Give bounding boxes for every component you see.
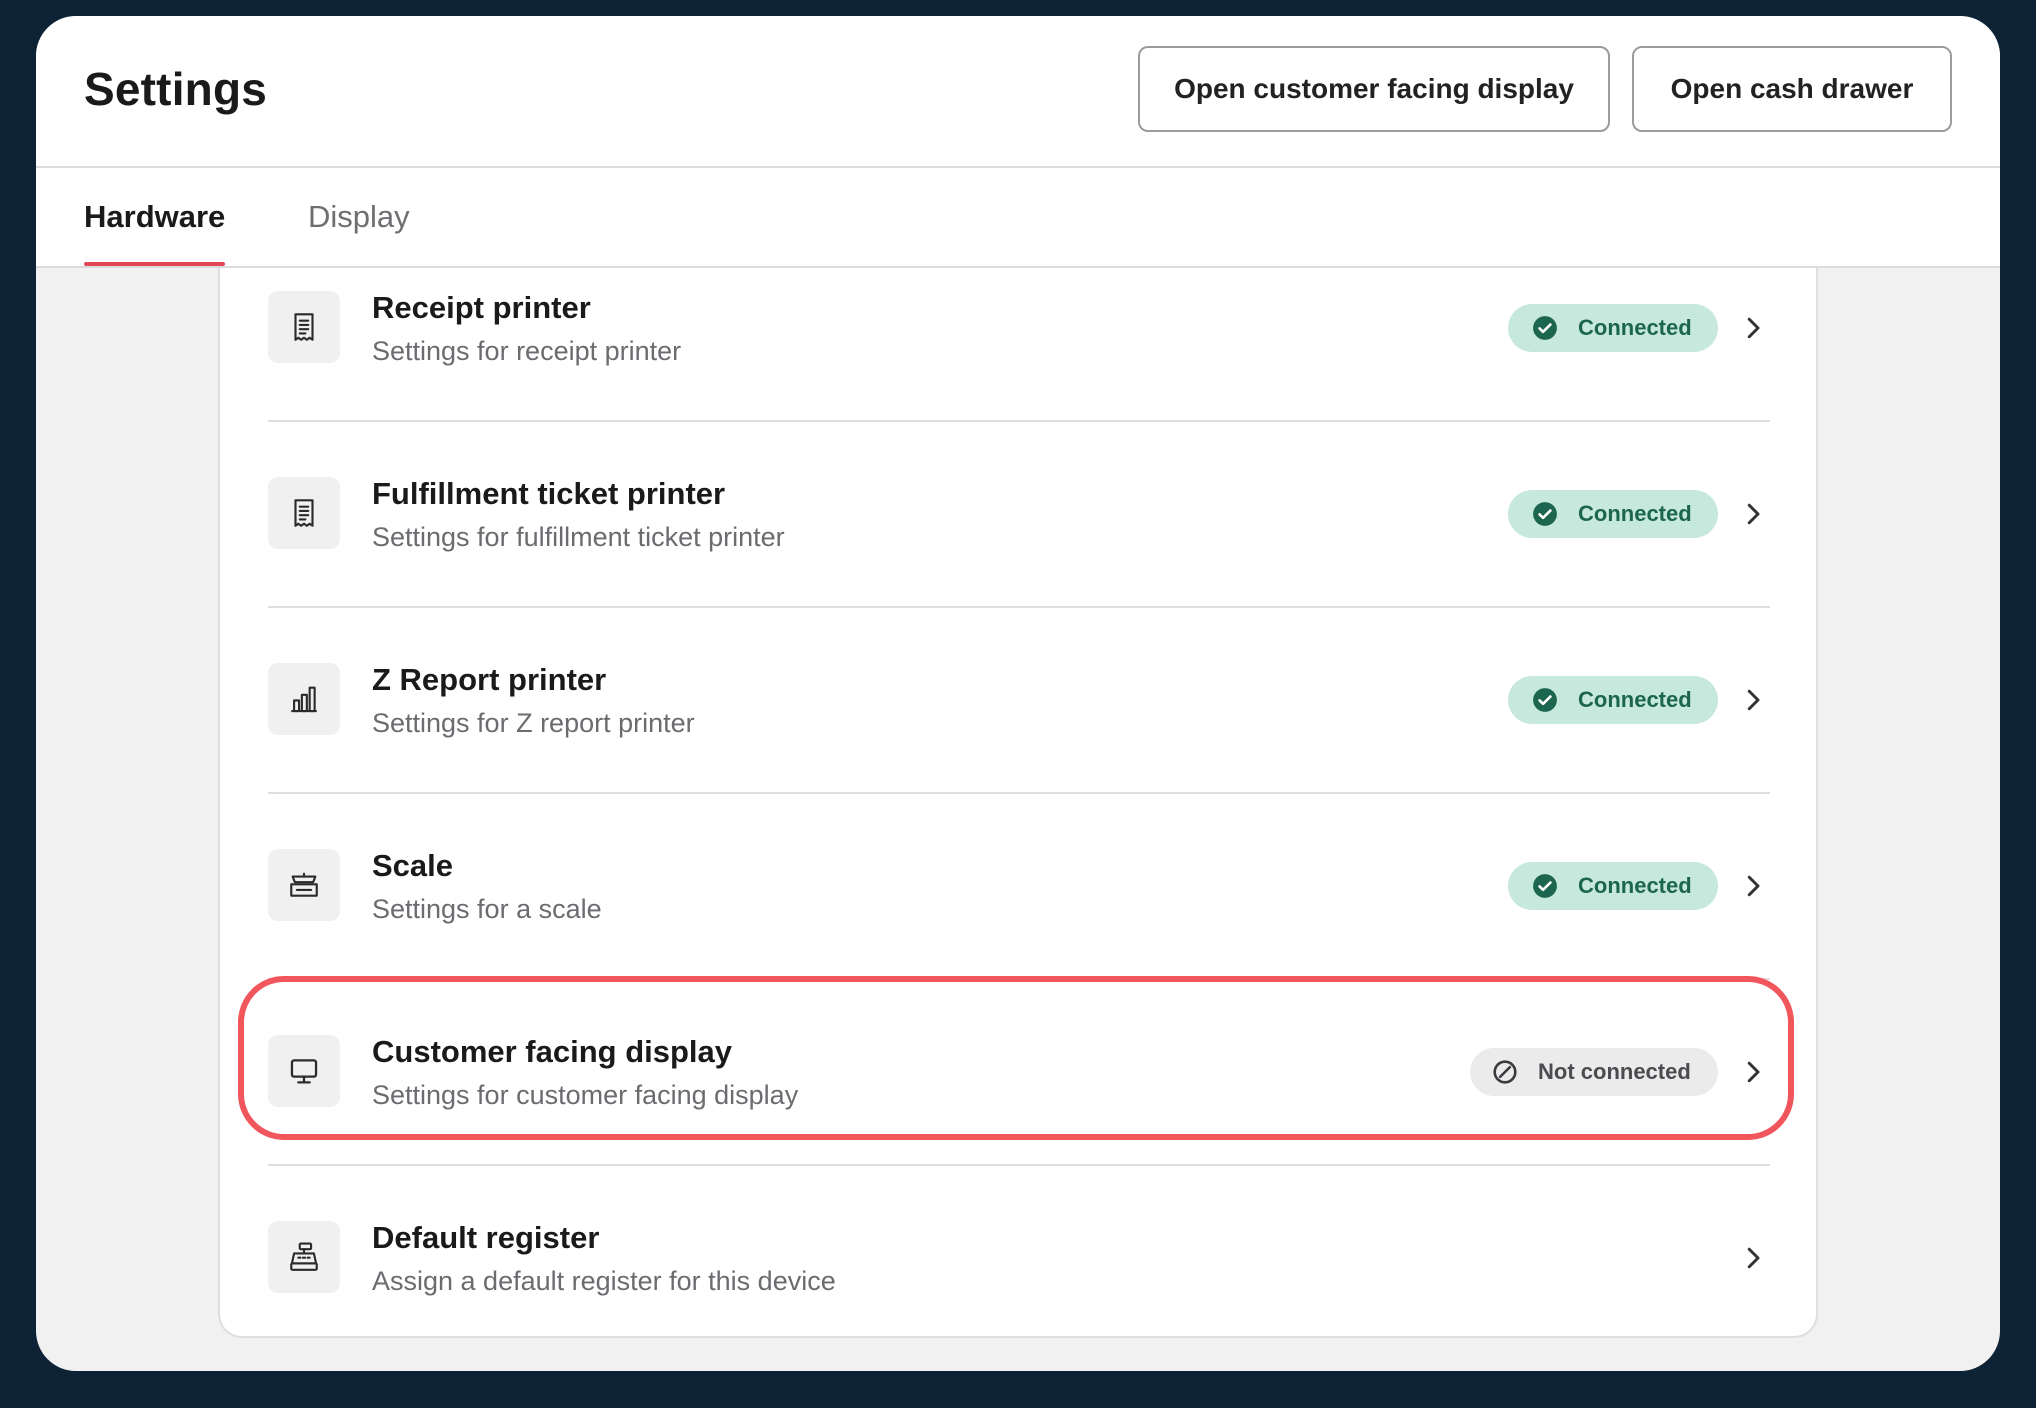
check-circle-icon xyxy=(1533,502,1557,526)
chevron-right-icon xyxy=(1747,503,1760,525)
page-title: Settings xyxy=(84,63,268,115)
row-title: Default register xyxy=(372,1220,600,1255)
list-item-default-register[interactable]: Default register Assign a default regist… xyxy=(268,1164,1770,1350)
receipt-icon xyxy=(268,477,340,549)
monitor-icon xyxy=(268,1035,340,1107)
scale-icon xyxy=(268,849,340,921)
row-title: Scale xyxy=(372,848,454,883)
bar-chart-icon xyxy=(268,663,340,735)
page-header: Settings Open customer facing display Op… xyxy=(36,16,2000,168)
receipt-icon xyxy=(268,291,340,363)
chevron-right-icon xyxy=(1747,1061,1760,1083)
row-title: Z Report printer xyxy=(372,662,607,697)
status-text: Connected xyxy=(1578,687,1692,712)
row-title: Fulfillment ticket printer xyxy=(372,476,726,511)
list-item-fulfillment-ticket-printer[interactable]: Fulfillment ticket printer Settings for … xyxy=(268,420,1770,608)
status-badge: Connected xyxy=(1508,490,1718,538)
app-window: Settings Open customer facing display Op… xyxy=(36,16,2000,1371)
tab-hardware[interactable]: Hardware xyxy=(84,168,226,266)
cash-register-icon xyxy=(268,1221,340,1293)
list-item-receipt-printer[interactable]: Receipt printer Settings for receipt pri… xyxy=(268,234,1770,422)
check-circle-icon xyxy=(1533,316,1557,340)
row-subtitle: Settings for Z report printer xyxy=(372,708,695,738)
row-subtitle: Settings for receipt printer xyxy=(372,336,682,366)
row-subtitle: Settings for fulfillment ticket printer xyxy=(372,522,785,552)
hardware-settings-list: Receipt printer Settings for receipt pri… xyxy=(218,268,1818,1338)
list-item-z-report-printer[interactable]: Z Report printer Settings for Z report p… xyxy=(268,606,1770,794)
chevron-right-icon xyxy=(1747,689,1760,711)
row-title: Receipt printer xyxy=(372,290,591,325)
row-subtitle: Settings for a scale xyxy=(372,894,602,924)
open-customer-display-button[interactable]: Open customer facing display xyxy=(1138,46,1610,132)
check-circle-icon xyxy=(1533,874,1557,898)
status-text: Connected xyxy=(1578,501,1692,526)
status-badge: Connected xyxy=(1508,862,1718,910)
status-badge: Connected xyxy=(1508,676,1718,724)
row-subtitle: Settings for customer facing display xyxy=(372,1080,799,1110)
open-cash-drawer-button[interactable]: Open cash drawer xyxy=(1632,46,1952,132)
chevron-right-icon xyxy=(1747,1247,1760,1269)
check-circle-icon xyxy=(1533,688,1557,712)
list-item-scale[interactable]: Scale Settings for a scale Connected xyxy=(268,792,1770,980)
status-text: Not connected xyxy=(1538,1059,1691,1084)
blocked-icon xyxy=(1493,1060,1517,1084)
chevron-right-icon xyxy=(1747,317,1760,339)
list-item-customer-facing-display[interactable]: Customer facing display Settings for cus… xyxy=(268,978,1770,1166)
row-title: Customer facing display xyxy=(372,1034,733,1069)
row-subtitle: Assign a default register for this devic… xyxy=(372,1266,836,1296)
status-text: Connected xyxy=(1578,315,1692,340)
status-badge: Not connected xyxy=(1470,1048,1718,1096)
chevron-right-icon xyxy=(1747,875,1760,897)
status-badge: Connected xyxy=(1508,304,1718,352)
status-text: Connected xyxy=(1578,873,1692,898)
